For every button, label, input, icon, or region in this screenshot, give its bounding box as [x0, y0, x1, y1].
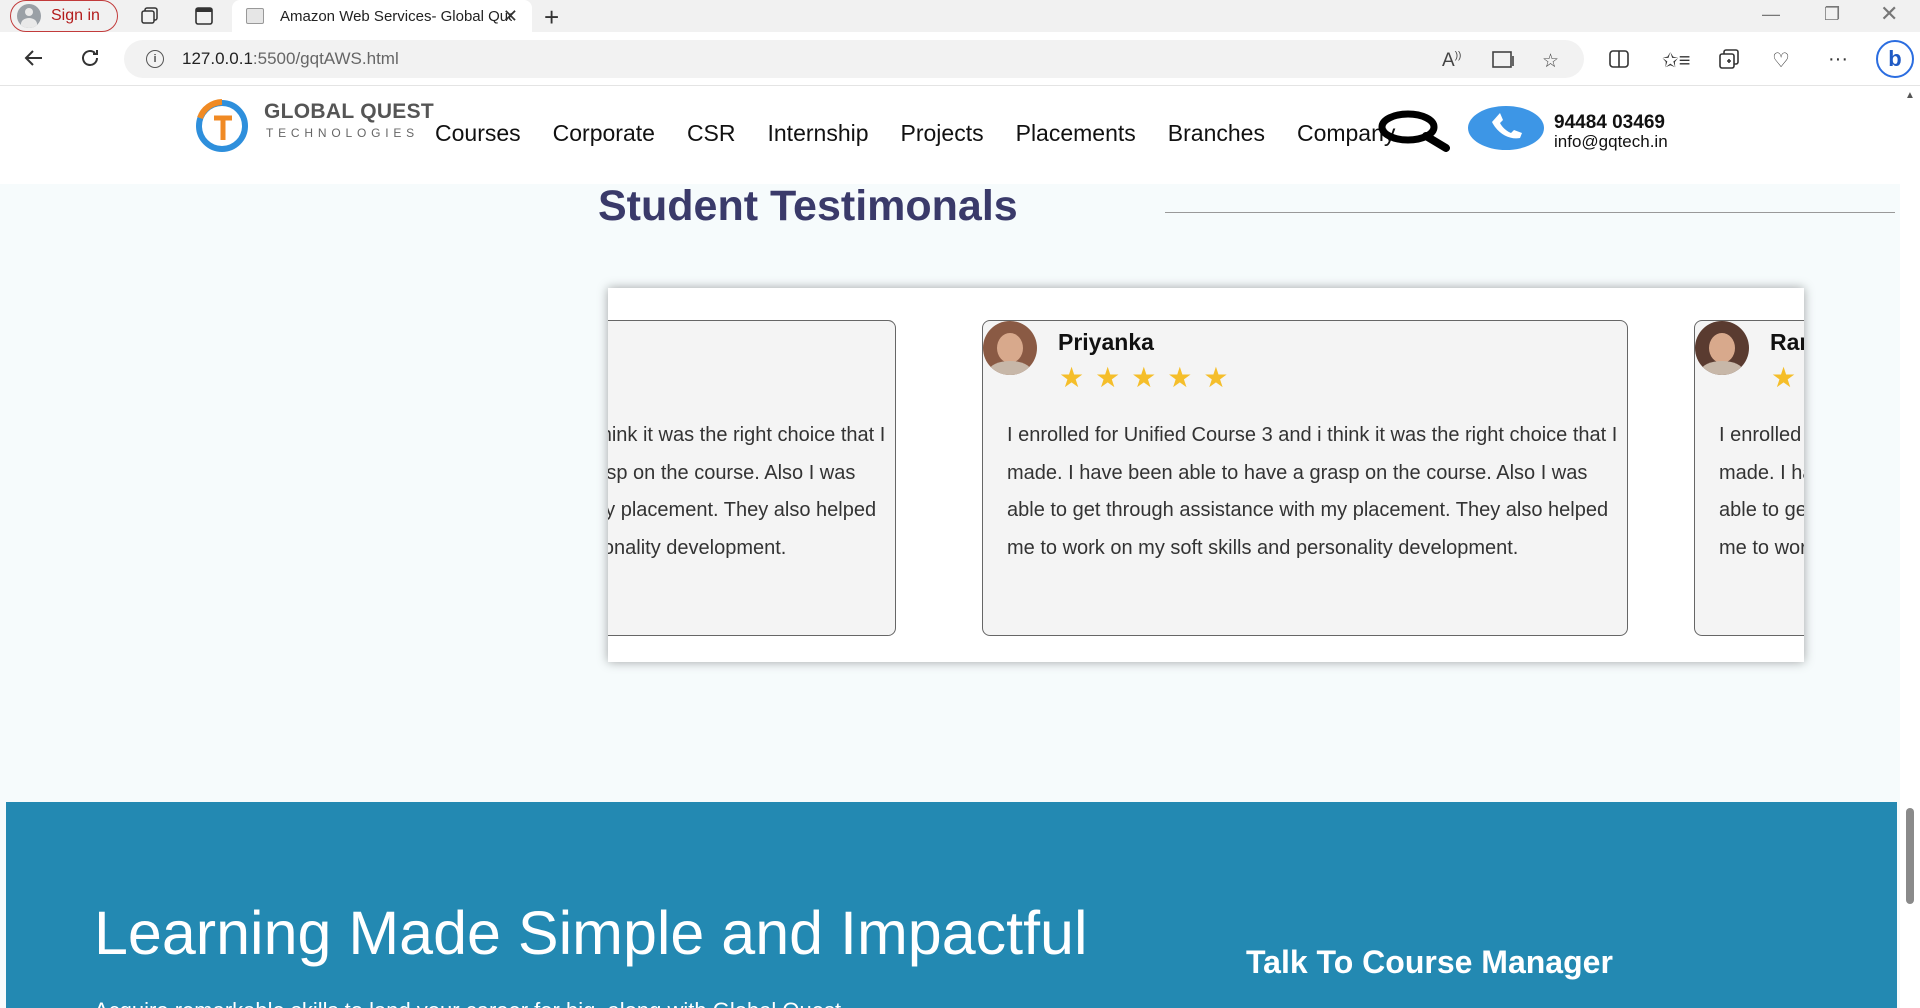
page-scrollbar[interactable]: ▲ — [1900, 86, 1920, 1008]
testimonial-card: Ramya ★★★★★ I enrolled for Unified Cours… — [1694, 320, 1804, 636]
close-window-icon[interactable]: ✕ — [1880, 1, 1898, 27]
nav-corporate[interactable]: Corporate — [553, 120, 655, 147]
page-viewport: GLOBAL QUEST TECHNOLOGIES Courses Corpor… — [0, 86, 1900, 1008]
site-info-icon[interactable]: i — [146, 50, 164, 68]
active-tab[interactable]: Amazon Web Services- Global Quest ✕ — [232, 0, 532, 32]
nav-courses[interactable]: Courses — [435, 120, 521, 147]
nav-projects[interactable]: Projects — [901, 120, 984, 147]
browser-tab-bar: Sign in Amazon Web Services- Global Ques… — [0, 0, 1920, 32]
profile-signin-button[interactable]: Sign in — [10, 0, 118, 32]
testimonial-card: I enrolled for Unified Course 3 and i th… — [608, 320, 896, 636]
url-path: :5500/gqtAWS.html — [252, 49, 399, 68]
phone-icon[interactable] — [1468, 106, 1544, 150]
star-rating: ★★★★★ — [1059, 362, 1240, 393]
testimonial-quote: I enrolled for Unified Course 3 and i th… — [1007, 424, 1618, 559]
close-tab-icon[interactable]: ✕ — [503, 6, 518, 27]
student-name: Priyanka — [1058, 329, 1154, 355]
testimonial-quote: I enrolled for Unified Course 3 and i th… — [608, 424, 886, 559]
logo-subtitle: TECHNOLOGIES — [266, 126, 419, 140]
minimize-icon[interactable]: — — [1762, 4, 1780, 25]
address-bar[interactable]: i 127.0.0.1:5500/gqtAWS.html — [124, 40, 1584, 78]
page-favicon-icon — [246, 8, 264, 24]
favorites-icon[interactable]: ✩≡ — [1662, 48, 1690, 73]
refresh-icon[interactable] — [78, 46, 102, 76]
scroll-up-icon[interactable]: ▲ — [1905, 90, 1915, 101]
nav-csr[interactable]: CSR — [687, 120, 736, 147]
new-tab-icon[interactable]: + — [544, 2, 559, 33]
url-host: 127.0.0.1 — [182, 49, 253, 68]
read-aloud-icon[interactable]: A)) — [1442, 50, 1461, 72]
tab-title: Amazon Web Services- Global Quest — [280, 7, 512, 25]
collections-icon[interactable] — [1718, 48, 1740, 76]
testimonial-card: Priyanka ★★★★★ I enrolled for Unified Co… — [982, 320, 1628, 636]
testimonial-quote: I enrolled for Unified Course 3 and i th… — [1719, 424, 1804, 559]
contact-email[interactable]: info@gqtech.in — [1554, 132, 1668, 152]
nav-branches[interactable]: Branches — [1168, 120, 1265, 147]
site-header: GLOBAL QUEST TECHNOLOGIES Courses Corpor… — [0, 86, 1900, 184]
learning-cta-section: Learning Made Simple and Impactful Acqui… — [6, 802, 1897, 1008]
course-manager-title: Talk To Course Manager — [1246, 944, 1613, 980]
tab-actions-icon[interactable] — [194, 6, 214, 26]
bing-copilot-icon[interactable]: b — [1876, 40, 1914, 78]
logo-title: GLOBAL QUEST — [264, 100, 435, 123]
browser-toolbar: i 127.0.0.1:5500/gqtAWS.html A)) ☆ ✩≡ ♡ … — [0, 32, 1920, 86]
split-screen-icon[interactable] — [1608, 48, 1630, 76]
main-nav: Courses Corporate CSR Internship Project… — [435, 120, 1427, 147]
search-icon[interactable] — [1374, 108, 1450, 152]
scrollbar-thumb[interactable] — [1906, 808, 1914, 904]
cta-headline: Learning Made Simple and Impactful — [94, 899, 1088, 967]
student-avatar — [983, 321, 1037, 375]
student-name: Ramya — [1770, 329, 1804, 355]
immersive-reader-icon[interactable] — [1492, 50, 1516, 76]
title-divider — [1165, 212, 1895, 213]
nav-internship[interactable]: Internship — [768, 120, 869, 147]
cta-subline: Acquire remarkable skills to land your c… — [94, 998, 841, 1008]
nav-placements[interactable]: Placements — [1016, 120, 1136, 147]
contact-phone[interactable]: 94484 03469 — [1554, 112, 1665, 134]
favorite-icon[interactable]: ☆ — [1542, 50, 1559, 73]
workspaces-icon[interactable] — [140, 6, 160, 26]
star-rating: ★★★★★ — [1771, 362, 1804, 393]
gqt-logo-icon[interactable] — [194, 98, 250, 154]
profile-icon — [17, 4, 41, 28]
more-icon[interactable]: ··· — [1828, 48, 1848, 71]
restore-icon[interactable]: ❐ — [1824, 4, 1840, 25]
student-avatar — [1695, 321, 1749, 375]
browser-essentials-icon[interactable]: ♡ — [1772, 48, 1790, 73]
testimonials-title: Student Testimonals — [598, 182, 1018, 230]
signin-label: Sign in — [51, 7, 100, 24]
back-icon[interactable] — [22, 46, 46, 76]
testimonial-carousel[interactable]: I enrolled for Unified Course 3 and i th… — [608, 288, 1804, 662]
